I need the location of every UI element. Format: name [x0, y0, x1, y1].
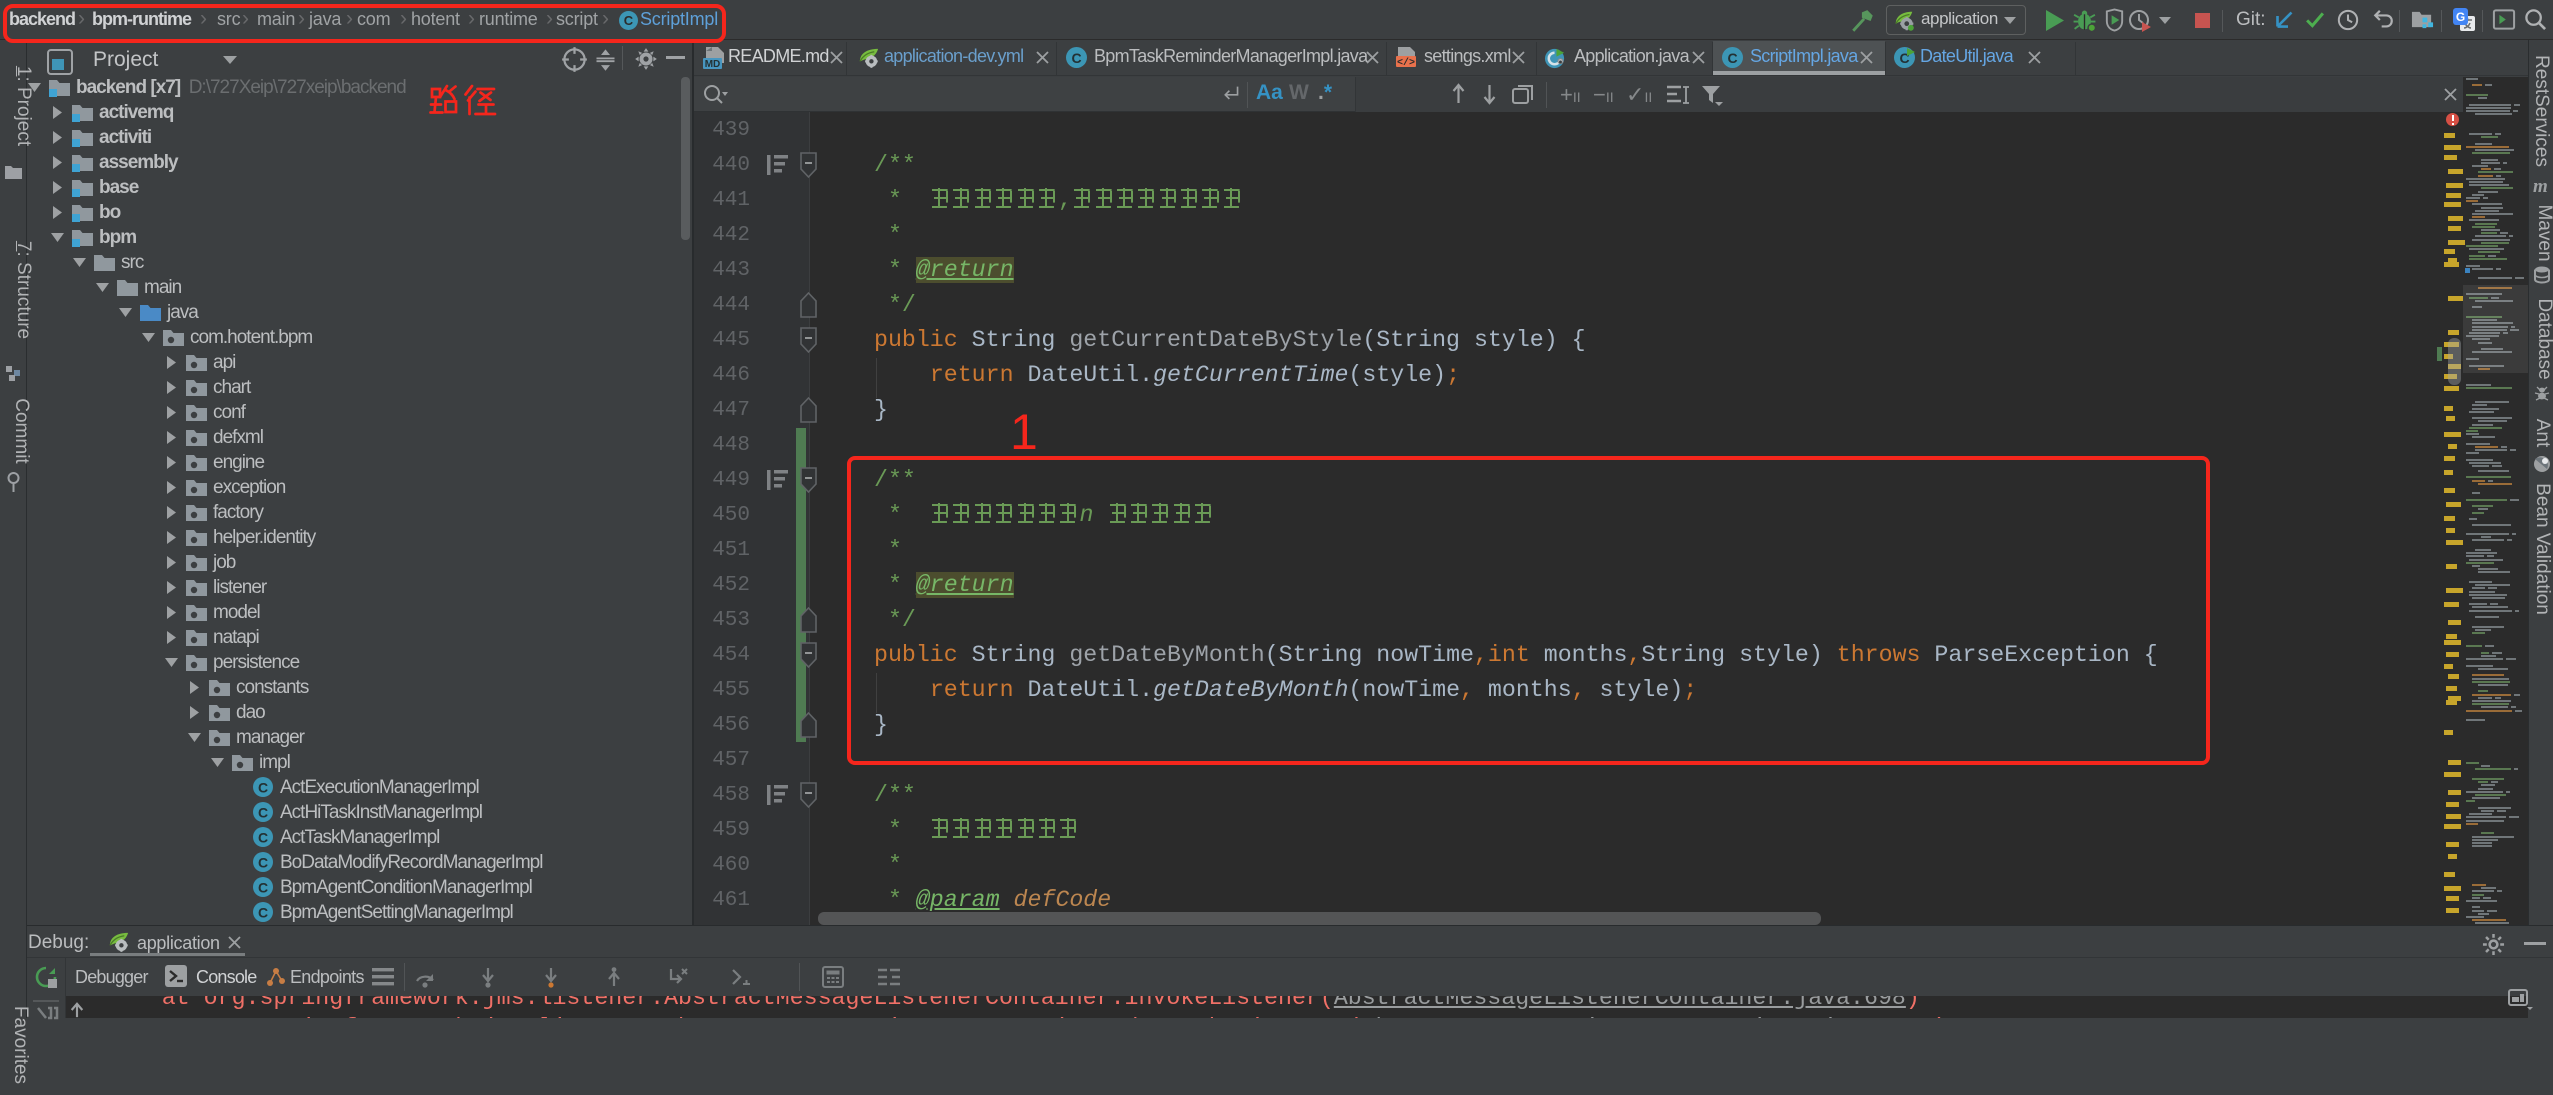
svg-text:C: C	[1727, 50, 1737, 66]
svg-text:MD: MD	[705, 59, 721, 70]
svg-text:C: C	[258, 830, 268, 846]
svg-text:</>: </>	[1397, 57, 1415, 69]
svg-text:C: C	[258, 880, 268, 896]
svg-text:C: C	[1071, 50, 1081, 66]
svg-text:C: C	[258, 805, 268, 821]
svg-text:C: C	[258, 905, 268, 921]
svg-text:G: G	[2456, 10, 2465, 24]
svg-text:C: C	[258, 855, 268, 871]
svg-text:C: C	[258, 780, 268, 796]
